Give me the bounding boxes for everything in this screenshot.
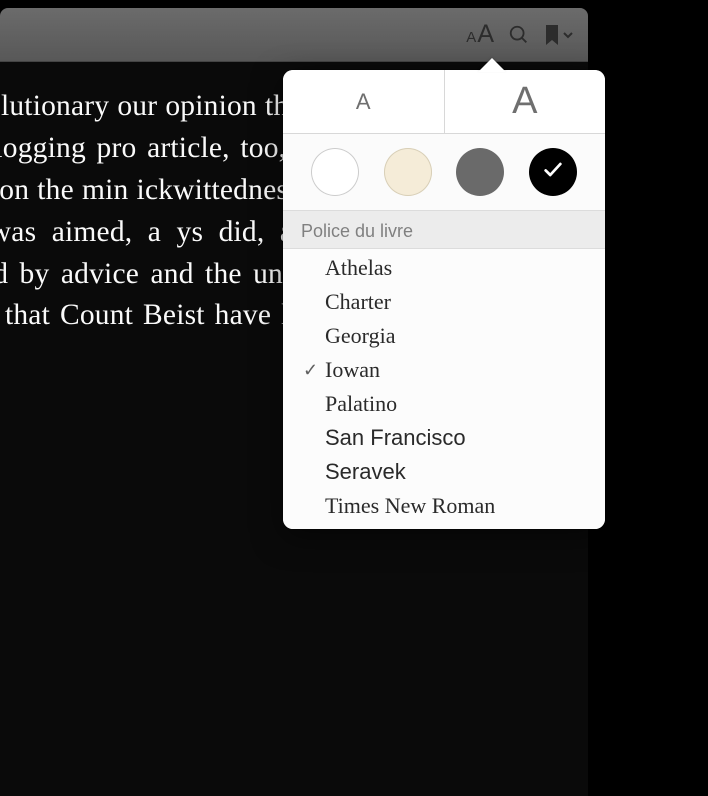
popover-arrow (478, 58, 506, 72)
font-item-seravek[interactable]: Seravek (283, 455, 605, 489)
checkmark-icon (542, 159, 564, 186)
search-button[interactable] (508, 24, 530, 46)
font-item-sanfrancisco[interactable]: San Francisco (283, 421, 605, 455)
font-item-georgia[interactable]: Georgia (283, 319, 605, 353)
font-item-athelas[interactable]: Athelas (283, 251, 605, 285)
appearance-button[interactable]: A A (466, 20, 494, 49)
bookmark-button[interactable] (544, 24, 574, 46)
font-name-label: Iowan (325, 357, 589, 383)
font-name-label: Charter (325, 289, 589, 315)
theme-row (283, 134, 605, 211)
text-size-small-icon: A (466, 29, 476, 46)
font-name-label: Athelas (325, 255, 589, 281)
font-name-label: Georgia (325, 323, 589, 349)
titlebar: A A (0, 8, 588, 62)
search-icon (508, 24, 530, 46)
font-section-header: Police du livre (283, 211, 605, 249)
font-name-label: Times New Roman (325, 493, 589, 519)
font-item-charter[interactable]: Charter (283, 285, 605, 319)
bookmark-icon (544, 24, 560, 46)
chevron-down-icon (562, 29, 574, 41)
theme-white[interactable] (311, 148, 359, 196)
theme-black[interactable] (529, 148, 577, 196)
text-size-row: A A (283, 70, 605, 134)
appearance-popover: A A Police du livre Athelas Charter Geor… (283, 70, 605, 529)
font-list: Athelas Charter Georgia ✓ Iowan Palatino… (283, 249, 605, 529)
font-name-label: San Francisco (325, 425, 589, 451)
font-item-timesnewroman[interactable]: Times New Roman (283, 489, 605, 523)
decrease-text-button[interactable]: A (283, 70, 445, 133)
text-size-large-icon: A (477, 20, 494, 49)
font-item-iowan[interactable]: ✓ Iowan (283, 353, 605, 387)
font-name-label: Palatino (325, 391, 589, 417)
theme-sepia[interactable] (384, 148, 432, 196)
theme-gray[interactable] (456, 148, 504, 196)
increase-text-button[interactable]: A (445, 70, 606, 133)
font-name-label: Seravek (325, 459, 589, 485)
font-item-palatino[interactable]: Palatino (283, 387, 605, 421)
checkmark-icon: ✓ (303, 360, 325, 381)
